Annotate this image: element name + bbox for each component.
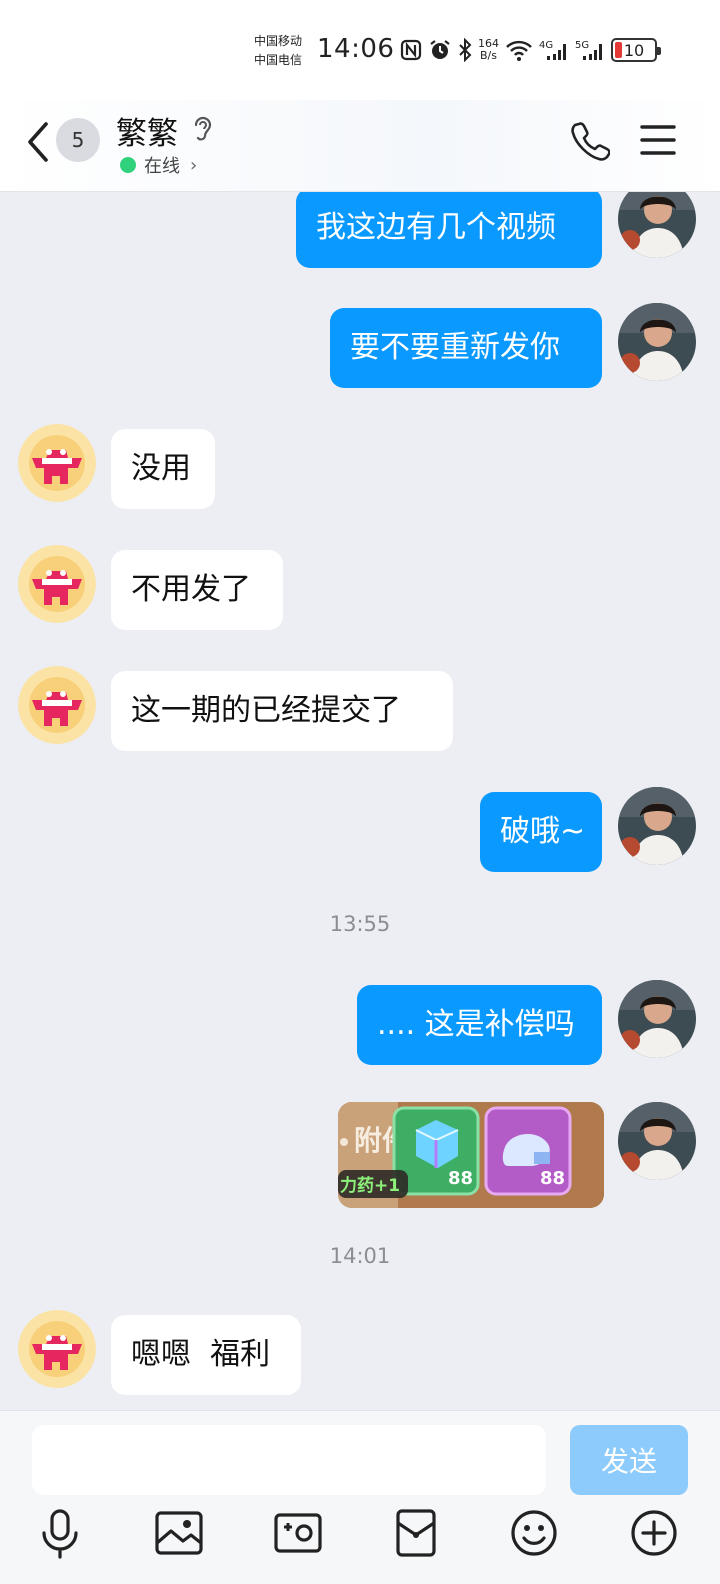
send-button[interactable]: 发送 — [570, 1425, 688, 1495]
image-message[interactable]: 附件 88 88 力药+1 — [338, 1102, 604, 1208]
contact-avatar[interactable] — [18, 1310, 96, 1388]
input-bar: 发送 — [0, 1410, 720, 1584]
carrier-2: 中国电信 — [254, 53, 303, 67]
message-bubble-incoming[interactable]: 没用 — [111, 429, 215, 509]
bluetooth-icon — [458, 38, 472, 62]
message-bubble-outgoing[interactable]: 要不要重新发你 — [330, 308, 602, 388]
online-status-text: 在线 — [144, 156, 180, 177]
contact-avatar[interactable] — [18, 666, 96, 744]
status-bar: 中国移动 中国电信 14:06 164 B/s 4G 5G 10 — [0, 0, 720, 100]
contact-avatar[interactable] — [18, 545, 96, 623]
timestamp: 14:01 — [329, 1244, 391, 1268]
status-time: 14:06 — [317, 34, 395, 64]
svg-text:4G: 4G — [539, 40, 553, 51]
microphone-icon[interactable] — [34, 1507, 86, 1559]
alarm-icon — [428, 38, 452, 62]
chat-header — [0, 100, 720, 192]
nfc-icon — [400, 39, 422, 61]
sticker-count-2: 88 — [540, 1168, 565, 1189]
message-bubble-outgoing[interactable]: 破哦~ — [480, 792, 602, 872]
my-avatar[interactable] — [618, 980, 696, 1058]
unread-count-badge[interactable]: 5 — [56, 118, 100, 162]
red-packet-icon[interactable] — [390, 1507, 442, 1559]
message-bubble-incoming[interactable]: 不用发了 — [111, 550, 283, 630]
carrier-1: 中国移动 — [254, 34, 303, 48]
network-speed-unit: B/s — [480, 49, 497, 62]
message-text: .... 这是补偿吗 — [377, 1007, 575, 1042]
message-input[interactable] — [32, 1425, 546, 1495]
message-bubble-incoming[interactable]: 嗯嗯 福利 — [111, 1315, 301, 1395]
contact-avatar[interactable] — [18, 424, 96, 502]
message-text: 这一期的已经提交了 — [131, 693, 401, 728]
chevron-right-icon: › — [190, 154, 198, 176]
phone-icon[interactable] — [570, 120, 610, 162]
ear-icon[interactable] — [191, 114, 215, 144]
my-avatar[interactable] — [618, 303, 696, 381]
image-icon[interactable] — [153, 1507, 205, 1559]
contact-name[interactable]: 繁繁 — [116, 108, 178, 153]
my-avatar[interactable] — [618, 192, 696, 258]
my-avatar[interactable] — [618, 1102, 696, 1180]
message-bubble-outgoing[interactable]: .... 这是补偿吗 — [357, 985, 602, 1065]
sticker-count-1: 88 — [448, 1168, 473, 1189]
battery-icon: 10 — [611, 38, 661, 62]
message-text: 不用发了 — [131, 572, 251, 607]
camera-icon[interactable] — [272, 1507, 324, 1559]
system-icons: 164 B/s 4G 5G 10 — [400, 38, 661, 62]
message-list[interactable]: 我这边有几个视频 要不要重新发你 没用 不用发了 这一期的已经提交了 破哦~ 1… — [0, 192, 720, 1410]
menu-icon[interactable] — [640, 122, 676, 158]
signal-5g-icon: 5G — [575, 38, 605, 62]
back-arrow-icon[interactable] — [22, 120, 54, 164]
timestamp: 13:55 — [329, 912, 391, 936]
network-speed: 164 B/s — [478, 38, 499, 62]
emoji-icon[interactable] — [508, 1507, 560, 1559]
message-text: 嗯嗯 福利 — [131, 1337, 271, 1372]
svg-text:5G: 5G — [575, 40, 589, 51]
message-text: 要不要重新发你 — [350, 330, 560, 365]
wifi-icon — [505, 38, 533, 62]
my-avatar[interactable] — [618, 787, 696, 865]
message-text: 没用 — [131, 451, 191, 486]
message-bubble-outgoing[interactable]: 我这边有几个视频 — [296, 192, 602, 268]
plus-icon[interactable] — [628, 1507, 680, 1559]
battery-level: 10 — [623, 40, 645, 60]
carrier-labels: 中国移动 中国电信 — [254, 32, 302, 70]
signal-4g-icon: 4G — [539, 38, 569, 62]
online-dot-icon — [120, 157, 136, 173]
sticker-label: 力药+1 — [340, 1175, 400, 1196]
online-status[interactable]: 在线 › — [120, 152, 197, 178]
message-text: 我这边有几个视频 — [316, 210, 556, 245]
message-text: 破哦~ — [500, 814, 586, 849]
message-bubble-incoming[interactable]: 这一期的已经提交了 — [111, 671, 453, 751]
